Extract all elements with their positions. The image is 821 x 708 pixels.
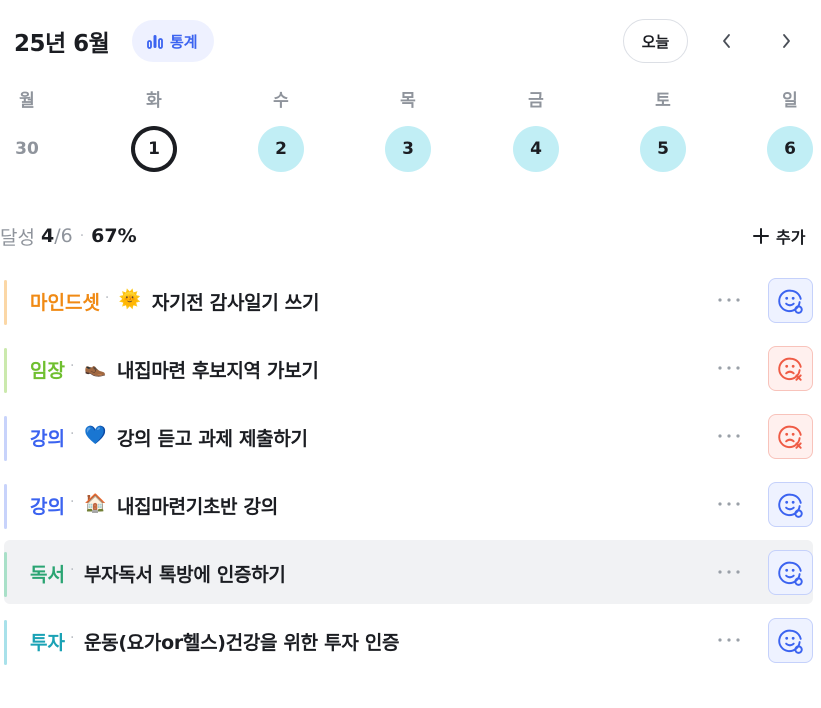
more-dots-icon: [718, 638, 740, 642]
task-title: 내집마련 후보지역 가보기: [116, 360, 319, 382]
smile-face-icon: [777, 493, 803, 518]
status-done-button[interactable]: [768, 278, 813, 323]
more-options-button[interactable]: [714, 625, 744, 655]
task-emoji-icon: 🌞: [118, 289, 142, 310]
task-row[interactable]: 독서 · 부자독서 톡방에 인증하기: [4, 540, 813, 604]
date-cell[interactable]: 5: [640, 126, 686, 172]
date-cell[interactable]: 30: [4, 126, 50, 172]
date-cell[interactable]: 3: [385, 126, 431, 172]
task-category: 강의: [30, 428, 65, 450]
category-separator: ·: [69, 494, 75, 510]
more-dots-icon: [718, 366, 740, 370]
week-strip: 월 30 화 1 수 2 목 3 금 4 토 5 일 6: [0, 82, 821, 182]
task-row[interactable]: 투자 · 운동(요가or헬스)건강을 위한 투자 인증: [4, 608, 813, 672]
category-color-bar: [4, 552, 7, 597]
more-dots-icon: [718, 298, 740, 302]
date-cell[interactable]: 4: [513, 126, 559, 172]
weekday-label: 일: [782, 91, 798, 111]
category-color-bar: [4, 484, 7, 529]
category-color-bar: [4, 348, 7, 393]
task-row[interactable]: 강의 · 🏠 내집마련기초반 강의: [4, 472, 813, 536]
weekday-label: 금: [528, 91, 544, 111]
summary-label: 달성: [0, 226, 35, 249]
category-separator: ·: [69, 630, 75, 646]
status-done-button[interactable]: [768, 618, 813, 663]
weekday-label: 토: [655, 91, 671, 111]
summary-percent: 67%: [91, 225, 137, 247]
more-options-button[interactable]: [714, 353, 744, 383]
task-title: 자기전 감사일기 쓰기: [151, 292, 320, 314]
prev-week-button[interactable]: [712, 26, 742, 56]
status-failed-button[interactable]: [768, 414, 813, 459]
summary-separator: ·: [79, 228, 85, 244]
task-category: 독서: [30, 564, 65, 586]
task-title: 강의 듣고 과제 제출하기: [116, 428, 308, 450]
sad-face-icon: [777, 357, 802, 381]
summary-done-count: 4: [40, 225, 55, 247]
achievement-summary: 달성 4 / 6 · 67%: [0, 222, 137, 250]
more-options-button[interactable]: [714, 489, 744, 519]
more-options-button[interactable]: [714, 421, 744, 451]
task-title: 내집마련기초반 강의: [116, 496, 278, 518]
more-dots-icon: [718, 570, 740, 574]
add-label: 추가: [776, 228, 806, 247]
weekday-label: 화: [146, 91, 162, 111]
status-failed-button[interactable]: [768, 346, 813, 391]
task-category: 강의: [30, 496, 65, 518]
more-options-button[interactable]: [714, 285, 744, 315]
calendar-header: 25년 6월 통계 오늘: [0, 0, 821, 82]
task-row[interactable]: 강의 · 💙 강의 듣고 과제 제출하기: [4, 404, 813, 468]
category-separator: ·: [104, 290, 110, 306]
task-emoji-icon: 💙: [83, 425, 107, 446]
more-dots-icon: [718, 434, 740, 438]
category-separator: ·: [69, 426, 75, 442]
next-week-button[interactable]: [771, 26, 801, 56]
chevron-left-icon: [723, 34, 730, 48]
task-category: 임장: [30, 360, 65, 382]
sad-face-icon: [777, 425, 802, 449]
date-cell[interactable]: 2: [258, 126, 304, 172]
date-cell[interactable]: 6: [767, 126, 813, 172]
task-emoji-icon: 🏠: [83, 493, 107, 514]
stats-button[interactable]: 통계: [132, 20, 214, 62]
more-options-button[interactable]: [714, 557, 744, 587]
category-color-bar: [4, 620, 7, 665]
smile-face-icon: [777, 629, 803, 654]
task-category: 투자: [30, 632, 65, 654]
category-separator: ·: [69, 358, 75, 374]
category-color-bar: [4, 280, 7, 325]
smile-face-icon: [777, 289, 803, 314]
weekday-label: 수: [273, 91, 289, 111]
task-row[interactable]: 임장 · 👞 내집마련 후보지역 가보기: [4, 336, 813, 400]
task-row[interactable]: 마인드셋 · 🌞 자기전 감사일기 쓰기: [4, 268, 813, 332]
bar-chart-icon: [147, 35, 163, 49]
status-done-button[interactable]: [768, 550, 813, 595]
date-selected[interactable]: 1: [131, 126, 177, 172]
today-button[interactable]: 오늘: [623, 19, 688, 63]
task-title: 부자독서 톡방에 인증하기: [83, 564, 286, 586]
weekday-label: 목: [400, 91, 416, 111]
more-dots-icon: [718, 502, 740, 506]
stats-label: 통계: [170, 32, 198, 51]
task-category: 마인드셋: [30, 292, 100, 314]
status-done-button[interactable]: [768, 482, 813, 527]
add-button[interactable]: 추가: [752, 222, 805, 250]
smile-face-icon: [777, 561, 803, 586]
weekday-label: 월: [19, 91, 35, 111]
chevron-right-icon: [783, 34, 790, 48]
task-title: 운동(요가or헬스)건강을 위한 투자 인증: [83, 632, 400, 654]
plus-icon: [753, 228, 769, 244]
task-emoji-icon: 👞: [83, 357, 107, 378]
category-color-bar: [4, 416, 7, 461]
category-separator: ·: [69, 562, 75, 578]
month-title[interactable]: 25년 6월: [14, 24, 110, 58]
summary-total: 6: [60, 225, 73, 247]
